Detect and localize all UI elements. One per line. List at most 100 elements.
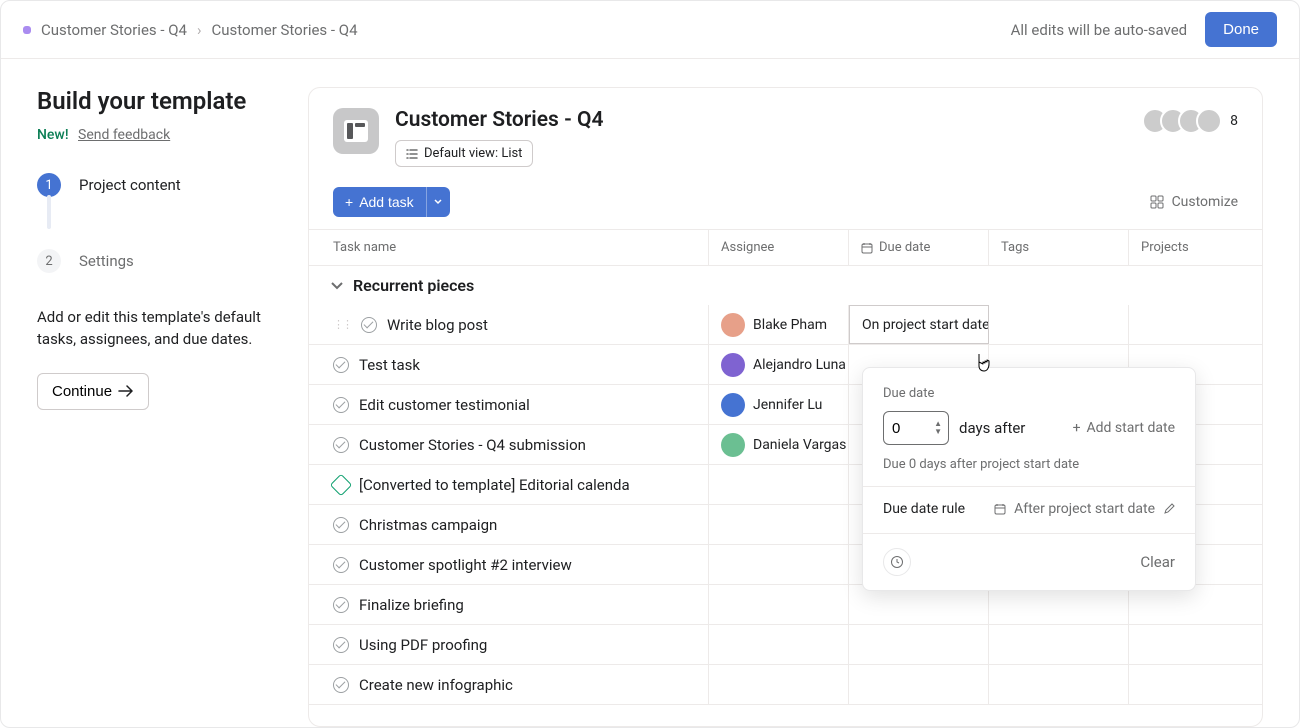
chevron-right-icon: › [197, 21, 202, 39]
continue-button[interactable]: Continue [37, 373, 149, 410]
due-date-value: On project start date [862, 317, 989, 333]
step-project-content[interactable]: 1 Project content [37, 165, 272, 205]
step-settings[interactable]: 2 Settings [37, 241, 272, 281]
section-header[interactable]: Recurrent pieces [309, 266, 1262, 305]
table-row[interactable]: Finalize briefing [309, 585, 1262, 625]
days-input-field[interactable] [892, 420, 922, 437]
step-label: Settings [79, 252, 134, 270]
due-date-rule-value[interactable]: After project start date [994, 501, 1175, 517]
col-due-date[interactable]: Due date [849, 230, 989, 265]
clock-icon [890, 555, 904, 569]
milestone-icon[interactable] [330, 473, 353, 496]
tags-cell[interactable] [989, 625, 1129, 664]
assignee-cell[interactable]: Jennifer Lu [709, 385, 849, 424]
add-start-date-button[interactable]: + Add start date [1073, 420, 1175, 436]
table-header: Task name Assignee Due date Tags Project… [309, 229, 1262, 266]
task-name: Test task [359, 356, 420, 374]
task-name-cell[interactable]: Customer spotlight #2 interview [309, 545, 709, 584]
avatar [721, 393, 745, 417]
complete-check-icon[interactable] [361, 317, 377, 333]
add-time-button[interactable] [883, 548, 911, 576]
assignee-cell[interactable] [709, 625, 849, 664]
table-row[interactable]: Using PDF proofing [309, 625, 1262, 665]
list-icon [406, 149, 418, 159]
task-name-cell[interactable]: [Converted to template] Editorial calend… [309, 465, 709, 504]
send-feedback-link[interactable]: Send feedback [78, 127, 170, 143]
add-task-button[interactable]: + Add task [333, 187, 426, 217]
projects-cell[interactable] [1129, 665, 1219, 704]
assignee-cell[interactable]: Daniela Vargas [709, 425, 849, 464]
avatar [721, 313, 745, 337]
task-name-cell[interactable]: ⋮⋮ Write blog post [309, 305, 709, 344]
default-view-chip[interactable]: Default view: List [395, 140, 533, 167]
plus-icon: + [345, 194, 353, 210]
task-name: Write blog post [387, 316, 488, 334]
calendar-icon [994, 503, 1006, 515]
assignee-name: Alejandro Luna [753, 357, 846, 373]
tags-cell[interactable] [989, 305, 1129, 344]
task-name: Customer spotlight #2 interview [359, 556, 572, 574]
due-date-cell[interactable]: On project start date [849, 305, 989, 344]
task-name: Create new infographic [359, 676, 513, 694]
due-date-cell[interactable] [849, 625, 989, 664]
due-date-cell[interactable] [849, 665, 989, 704]
complete-check-icon[interactable] [333, 437, 349, 453]
col-assignee[interactable]: Assignee [709, 230, 849, 265]
project-members[interactable]: 8 [1150, 108, 1238, 134]
complete-check-icon[interactable] [333, 517, 349, 533]
tags-cell[interactable] [989, 665, 1129, 704]
project-icon [333, 108, 379, 154]
complete-check-icon[interactable] [333, 397, 349, 413]
days-input[interactable]: ▲▼ [883, 411, 949, 445]
col-task-name[interactable]: Task name [309, 230, 709, 265]
task-name-cell[interactable]: Customer Stories - Q4 submission [309, 425, 709, 464]
complete-check-icon[interactable] [333, 637, 349, 653]
project-title[interactable]: Customer Stories - Q4 [395, 108, 603, 132]
clear-button[interactable]: Clear [1140, 553, 1175, 571]
breadcrumb-root[interactable]: Customer Stories - Q4 [41, 21, 187, 39]
complete-check-icon[interactable] [333, 557, 349, 573]
projects-cell[interactable] [1129, 305, 1219, 344]
arrow-right-icon [118, 385, 134, 397]
avatar [721, 433, 745, 457]
task-name: Edit customer testimonial [359, 396, 530, 414]
complete-check-icon[interactable] [333, 677, 349, 693]
customize-button[interactable]: Customize [1150, 194, 1238, 210]
new-badge: New! [37, 127, 69, 143]
stepper-icon[interactable]: ▲▼ [934, 420, 942, 436]
table-row[interactable]: ⋮⋮ Write blog post Blake Pham On project st… [309, 305, 1262, 345]
project-panel: Customer Stories - Q4 Default view: List… [308, 87, 1263, 727]
task-name-cell[interactable]: Christmas campaign [309, 505, 709, 544]
assignee-cell[interactable] [709, 505, 849, 544]
task-name-cell[interactable]: Edit customer testimonial [309, 385, 709, 424]
assignee-cell[interactable] [709, 665, 849, 704]
projects-cell[interactable] [1129, 625, 1219, 664]
chevron-down-icon [434, 199, 442, 205]
calendar-icon [861, 242, 873, 254]
step-label: Project content [79, 176, 181, 194]
task-name-cell[interactable]: Test task [309, 345, 709, 384]
assignee-cell[interactable]: Blake Pham [709, 305, 849, 344]
complete-check-icon[interactable] [333, 597, 349, 613]
assignee-cell[interactable] [709, 545, 849, 584]
task-name: Christmas campaign [359, 516, 497, 534]
task-name: Using PDF proofing [359, 636, 487, 654]
done-button[interactable]: Done [1205, 12, 1277, 47]
complete-check-icon[interactable] [333, 357, 349, 373]
table-row[interactable]: Create new infographic [309, 665, 1262, 705]
sidebar-title: Build your template [37, 87, 272, 115]
assignee-cell[interactable] [709, 585, 849, 624]
col-projects[interactable]: Projects [1129, 230, 1219, 265]
project-color-dot [23, 26, 31, 34]
task-name-cell[interactable]: Finalize briefing [309, 585, 709, 624]
drag-handle-icon[interactable]: ⋮⋮ [333, 318, 351, 331]
popover-title: Due date [883, 386, 1175, 401]
assignee-cell[interactable]: Alejandro Luna [709, 345, 849, 384]
col-tags[interactable]: Tags [989, 230, 1129, 265]
task-name-cell[interactable]: Using PDF proofing [309, 625, 709, 664]
avatar-count: 8 [1230, 113, 1238, 129]
breadcrumb-current[interactable]: Customer Stories - Q4 [212, 21, 358, 39]
assignee-cell[interactable] [709, 465, 849, 504]
task-name-cell[interactable]: Create new infographic [309, 665, 709, 704]
add-task-dropdown[interactable] [426, 187, 450, 217]
